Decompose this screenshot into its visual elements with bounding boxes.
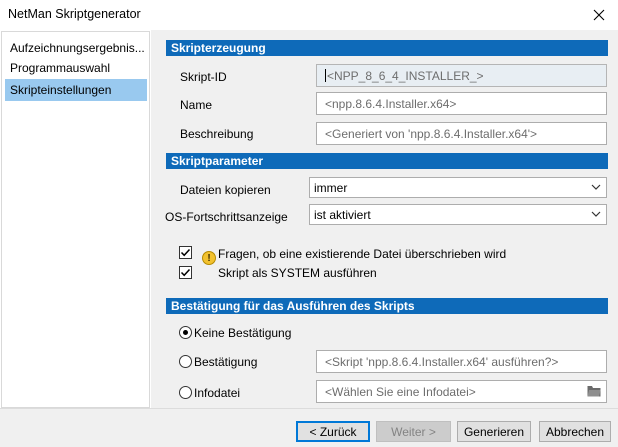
sidebar-item-programmauswahl[interactable]: Programmauswahl xyxy=(5,57,147,79)
keine-bestaetigung-label: Keine Bestätigung xyxy=(194,326,292,340)
checkmark-icon xyxy=(180,248,191,257)
radio-bestaetigung[interactable] xyxy=(179,355,192,368)
infodatei-placeholder: <Wählen Sie eine Infodatei> xyxy=(325,385,476,399)
radio-keine-bestaetigung[interactable] xyxy=(179,326,192,339)
text-caret xyxy=(325,69,326,82)
sidebar-item-aufzeichnungsergebnis[interactable]: Aufzeichnungsergebnis... xyxy=(5,37,147,59)
skript-id-label: Skript-ID xyxy=(180,70,227,84)
title-bar: NetMan Skriptgenerator xyxy=(0,0,618,30)
ueberschreiben-label: Fragen, ob eine existierende Datei übers… xyxy=(218,247,507,261)
skript-id-field[interactable]: <NPP_8_6_4_INSTALLER_> xyxy=(316,64,607,87)
window-title: NetMan Skriptgenerator xyxy=(8,7,141,21)
bestaetigung-field[interactable]: <Skript 'npp.8.6.4.Installer.x64' ausfüh… xyxy=(316,350,607,373)
sidebar-item-skripteinstellungen[interactable]: Skripteinstellungen xyxy=(5,79,147,101)
checkmark-icon xyxy=(180,268,191,277)
dateien-kopieren-label: Dateien kopieren xyxy=(180,183,271,197)
button-bar: < Zurück Weiter > Generieren Abbrechen xyxy=(0,408,618,447)
name-field[interactable]: <npp.8.6.4.Installer.x64> xyxy=(316,92,607,115)
section-header-skriptparameter: Skriptparameter xyxy=(166,153,608,169)
ueberschreiben-checkbox[interactable] xyxy=(179,246,192,259)
section-header-bestaetigung: Bestätigung für das Ausführen des Skript… xyxy=(166,298,608,314)
back-button[interactable]: < Zurück xyxy=(296,421,370,442)
name-label: Name xyxy=(180,98,213,112)
radio-infodatei[interactable] xyxy=(179,386,192,399)
dateien-kopieren-select[interactable]: immer xyxy=(309,177,607,198)
system-ausfuehren-label: Skript als SYSTEM ausführen xyxy=(218,266,377,280)
main-panel: Skripterzeugung Skript-ID <NPP_8_6_4_INS… xyxy=(151,30,618,408)
generate-button[interactable]: Generieren xyxy=(457,421,531,442)
beschreibung-label: Beschreibung xyxy=(180,127,254,141)
os-fortschrittsanzeige-label: OS-Fortschrittsanzeige xyxy=(165,210,288,224)
cancel-button[interactable]: Abbrechen xyxy=(539,421,611,442)
chevron-down-icon xyxy=(591,211,601,217)
next-button[interactable]: Weiter > xyxy=(376,421,451,442)
chevron-down-icon xyxy=(591,184,601,190)
dateien-kopieren-value: immer xyxy=(314,181,348,195)
sidebar: Aufzeichnungsergebnis... Programmauswahl… xyxy=(1,31,150,408)
warning-icon: ! xyxy=(202,251,216,265)
section-header-skripterzeugung: Skripterzeugung xyxy=(166,40,608,56)
close-icon[interactable] xyxy=(580,0,618,30)
infodatei-label: Infodatei xyxy=(194,386,241,400)
os-fortschrittsanzeige-select[interactable]: ist aktiviert xyxy=(309,204,607,225)
beschreibung-field[interactable]: <Generiert von 'npp.8.6.4.Installer.x64'… xyxy=(316,122,607,145)
bestaetigung-label: Bestätigung xyxy=(194,355,258,369)
folder-icon[interactable] xyxy=(587,385,601,397)
system-ausfuehren-checkbox[interactable] xyxy=(179,266,192,279)
infodatei-field[interactable]: <Wählen Sie eine Infodatei> xyxy=(316,380,607,403)
os-fortschrittsanzeige-value: ist aktiviert xyxy=(314,208,371,222)
skript-id-value: <NPP_8_6_4_INSTALLER_> xyxy=(327,69,484,83)
